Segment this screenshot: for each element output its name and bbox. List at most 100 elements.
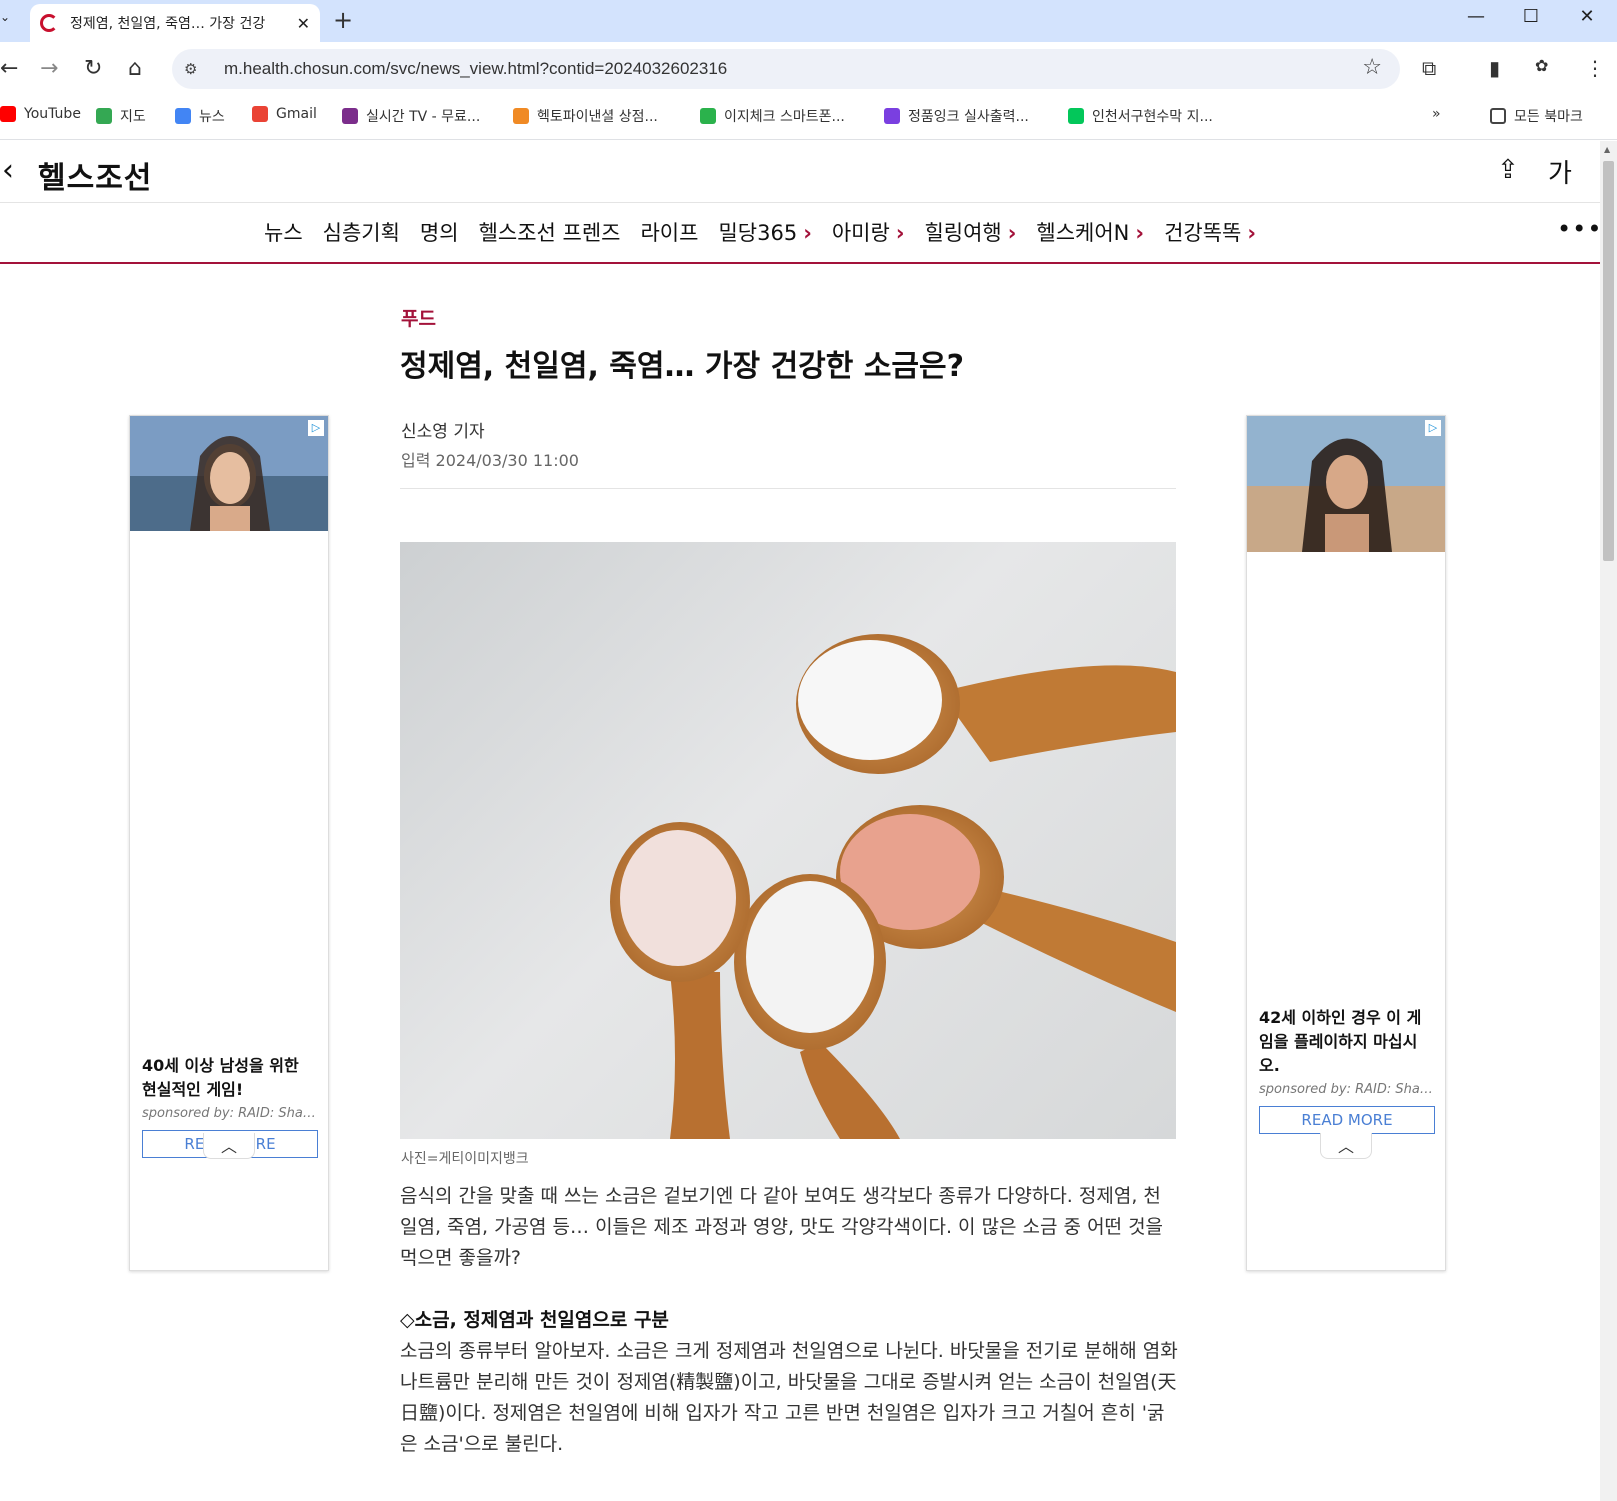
chevron-right-icon: ›: [803, 221, 812, 245]
bookmark-label: YouTube: [24, 106, 81, 122]
maximize-icon[interactable]: ☐: [1511, 6, 1551, 32]
menu-item[interactable]: 뉴스: [264, 217, 303, 247]
bookmarks-overflow-icon[interactable]: »: [1432, 106, 1441, 122]
menu-kebab-icon[interactable]: ⋮: [1585, 56, 1605, 80]
page-scrollbar[interactable]: ▲: [1600, 141, 1617, 1501]
ad-headline[interactable]: 42세 이하인 경우 이 게임을 플레이하지 마십시오.: [1259, 1006, 1435, 1078]
address-bar[interactable]: ⚙ m.health.chosun.com/svc/news_view.html…: [172, 49, 1400, 89]
font-size-button[interactable]: 가: [1548, 153, 1572, 190]
article-byline[interactable]: 신소영 기자: [401, 417, 485, 442]
ad-collapse-icon[interactable]: ︿: [1320, 1133, 1372, 1159]
site-favicon-icon: [40, 14, 58, 32]
ad-image[interactable]: ▷: [1247, 416, 1445, 552]
article-headline: 정제염, 천일염, 죽염… 가장 건강한 소금은?: [400, 349, 965, 384]
ad-portrait-image: [130, 416, 328, 531]
ad-headline[interactable]: 40세 이상 남성을 위한 현실적인 게임!: [142, 1054, 318, 1102]
folder-icon: [1490, 108, 1506, 124]
site-logo[interactable]: 헬스조선: [38, 153, 152, 197]
menu-item[interactable]: 아미랑 ›: [832, 217, 905, 247]
ad-portrait-image: [1247, 416, 1445, 552]
adchoices-icon[interactable]: ▷: [308, 420, 324, 436]
menu-item[interactable]: 라이프: [640, 217, 698, 247]
menu-item[interactable]: 힐링여행 ›: [924, 217, 1016, 247]
tab-search-icon[interactable]: ⌄: [0, 10, 18, 32]
extensions-icon[interactable]: ⧉: [1422, 56, 1436, 80]
menu-item[interactable]: 건강똑똑 ›: [1164, 217, 1256, 247]
bookmark-item[interactable]: YouTube: [0, 106, 81, 122]
bookmark-item[interactable]: 지도: [96, 106, 146, 126]
bookmark-label: 인천서구현수막 지...: [1092, 109, 1213, 125]
close-tab-icon[interactable]: ✕: [297, 14, 310, 33]
bookmark-label: 이지체크 스마트폰...: [724, 109, 845, 125]
ad-read-more-button[interactable]: READ MORE: [1259, 1106, 1435, 1134]
section-heading: ◇소금, 정제염과 천일염으로 구분: [400, 1309, 669, 1331]
menu-item-label: 밀당365: [718, 221, 798, 245]
home-icon[interactable]: ⌂: [128, 56, 142, 81]
menu-item[interactable]: 명의: [420, 217, 459, 247]
bookmark-item[interactable]: 이지체크 스마트폰...: [700, 106, 845, 126]
menu-item-label: 아미랑: [831, 221, 890, 245]
bookmark-item[interactable]: 정품잉크 실사출력...: [884, 106, 1029, 126]
bookmark-item[interactable]: 인천서구현수막 지...: [1068, 106, 1213, 126]
scroll-up-icon[interactable]: ▲: [1604, 145, 1610, 154]
bookmark-item[interactable]: 뉴스: [175, 106, 225, 126]
bookmark-label: Gmail: [276, 106, 317, 122]
chevron-right-icon: ›: [1247, 221, 1256, 245]
page-content: ‹ 헬스조선 ⇪ 가 뉴스 심층기획 명의 헬스조선 프렌즈 라이프 밀당365 › 아미랑 ›…: [0, 141, 1600, 1501]
side-panel-icon[interactable]: ▮: [1489, 56, 1500, 80]
bookmark-item[interactable]: 헥토파이낸셜 상점...: [513, 106, 658, 126]
bookmarks-bar: YouTube 지도 뉴스 Gmail 실시간 TV - 무료... 헥토파이낸셜 상점.…: [0, 94, 1617, 140]
url-text[interactable]: m.health.chosun.com/svc/news_view.html?c…: [224, 59, 727, 79]
reload-icon[interactable]: ↻: [84, 56, 102, 81]
article-category[interactable]: 푸드: [401, 304, 436, 331]
menu-item[interactable]: 심층기획: [323, 217, 400, 247]
menu-item-label: 힐링여행: [924, 221, 1002, 245]
divider: [400, 488, 1176, 489]
scroll-thumb[interactable]: [1603, 161, 1614, 561]
menu-item[interactable]: 밀당365 ›: [718, 217, 811, 247]
menu-item-label: 명의: [419, 221, 459, 245]
article-body: 음식의 간을 맞출 때 쓰는 소금은 겉보기엔 다 같아 보여도 생각보다 종류…: [400, 1181, 1178, 1460]
bookmark-label: 뉴스: [199, 109, 225, 125]
bookmark-favicon-icon: [0, 106, 16, 122]
menu-item-label: 뉴스: [264, 221, 303, 245]
photo-caption: 사진=게티이미지뱅크: [401, 1151, 529, 1167]
bookmark-label: 실시간 TV - 무료...: [366, 109, 481, 125]
back-icon[interactable]: ←: [0, 56, 18, 81]
all-bookmarks-button[interactable]: 모든 북마크: [1490, 106, 1583, 126]
new-tab-icon[interactable]: +: [333, 6, 353, 34]
adchoices-icon[interactable]: ▷: [1425, 420, 1441, 436]
menu-item[interactable]: 헬스조선 프렌즈: [479, 217, 621, 247]
active-tab[interactable]: 정제염, 천일염, 죽염… 가장 건강 ✕: [30, 4, 320, 42]
more-menu-icon[interactable]: •••: [1557, 215, 1600, 243]
bookmark-favicon-icon: [1068, 108, 1084, 124]
menu-items: 뉴스 심층기획 명의 헬스조선 프렌즈 라이프 밀당365 › 아미랑 › 힐링여행 › 헬스케어N ›…: [264, 217, 1276, 247]
ad-sponsor: sponsored by: RAID: Shadow Legends: [1259, 1082, 1435, 1097]
menu-item-label: 라이프: [640, 221, 699, 245]
menu-item[interactable]: 헬스케어N ›: [1036, 217, 1144, 247]
ad-sponsor: sponsored by: RAID: Shadow Legends: [142, 1106, 318, 1121]
menu-item-label: 심층기획: [322, 221, 400, 245]
share-icon[interactable]: ⇪: [1497, 155, 1519, 185]
bookmark-favicon-icon: [175, 108, 191, 124]
bookmark-item[interactable]: 실시간 TV - 무료...: [342, 106, 480, 126]
profile-avatar[interactable]: ✿: [1535, 56, 1548, 75]
minimize-icon[interactable]: —: [1456, 6, 1496, 32]
article-intro: 음식의 간을 맞출 때 쓰는 소금은 겉보기엔 다 같아 보여도 생각보다 종류…: [400, 1185, 1164, 1269]
bookmark-label: 지도: [120, 109, 146, 125]
ad-image[interactable]: ▷: [130, 416, 328, 531]
back-arrow-icon[interactable]: ‹: [2, 153, 14, 188]
all-bookmarks-label: 모든 북마크: [1514, 109, 1583, 125]
ad-collapse-icon[interactable]: ︿: [203, 1133, 255, 1159]
article-photo: [400, 542, 1176, 1139]
bookmark-item[interactable]: Gmail: [252, 106, 317, 122]
bookmark-favicon-icon: [513, 108, 529, 124]
forward-icon[interactable]: →: [40, 56, 58, 81]
close-window-icon[interactable]: ✕: [1567, 6, 1607, 32]
menu-item-label: 헬스케어N: [1036, 221, 1130, 245]
site-info-icon[interactable]: ⚙: [184, 60, 206, 78]
bookmark-favicon-icon: [342, 108, 358, 124]
bookmark-star-icon[interactable]: ☆: [1362, 55, 1382, 80]
bookmark-label: 정품잉크 실사출력...: [908, 109, 1029, 125]
chevron-right-icon: ›: [1135, 221, 1145, 245]
